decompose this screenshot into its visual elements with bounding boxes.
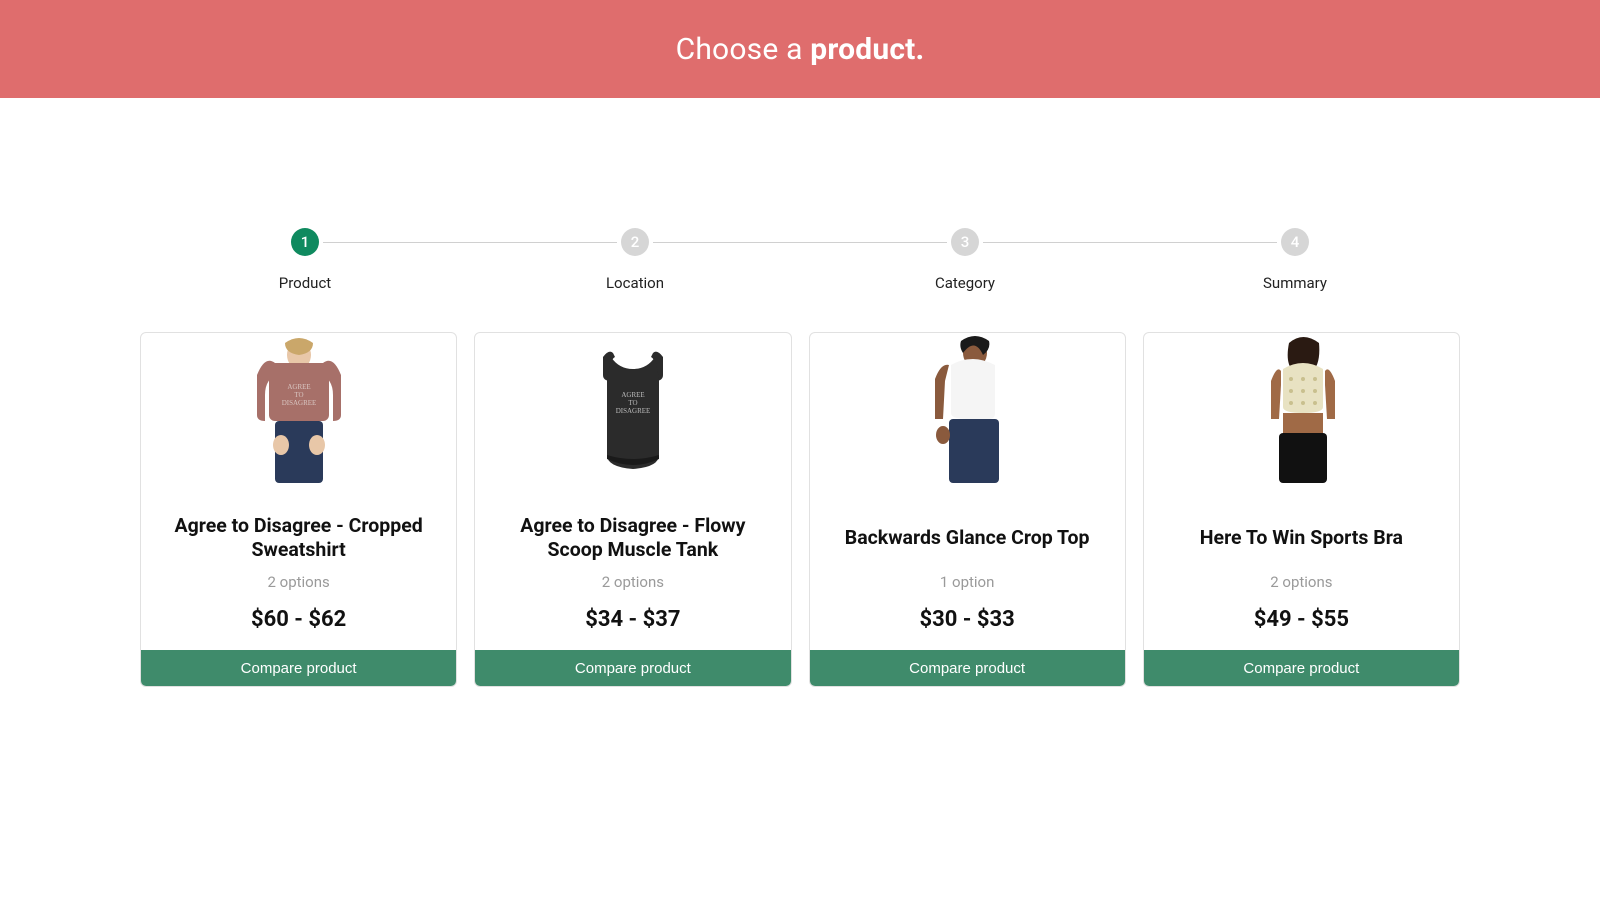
step-connector [653, 242, 947, 243]
step-label: Product [140, 274, 470, 292]
step-label: Category [800, 274, 1130, 292]
product-card[interactable]: Backwards Glance Crop Top 1 option $30 - $… [809, 332, 1126, 687]
product-options: 2 options [267, 573, 329, 591]
step-circle: 4 [1281, 228, 1309, 256]
page-header: Choose a product. [0, 0, 1600, 98]
product-title: Here To Win Sports Bra [1200, 513, 1403, 563]
product-title: Agree to Disagree - Flowy Scoop Muscle T… [493, 513, 772, 563]
product-card-body: Agree to Disagree - Cropped Sweatshirt 2 … [141, 333, 456, 650]
product-title: Agree to Disagree - Cropped Sweatshirt [159, 513, 438, 563]
stepper: 1 Product 2 Location 3 Category 4 Summary [140, 228, 1460, 292]
step-connector [323, 242, 617, 243]
product-price: $30 - $33 [919, 607, 1014, 632]
step-product[interactable]: 1 Product [140, 228, 470, 292]
step-circle: 1 [291, 228, 319, 256]
compare-product-button[interactable]: Compare product [475, 650, 790, 686]
product-image [893, 335, 1041, 483]
header-bold: product. [810, 32, 924, 67]
header-light: Choose a [676, 32, 803, 67]
step-category[interactable]: 3 Category [800, 228, 1130, 292]
product-card[interactable]: Here To Win Sports Bra 2 options $49 - $55… [1143, 332, 1460, 687]
product-image [1227, 335, 1375, 483]
main-container: 1 Product 2 Location 3 Category 4 Summary Agree… [140, 98, 1460, 687]
product-options: 1 option [940, 573, 995, 591]
product-options: 2 options [1270, 573, 1332, 591]
product-price: $49 - $55 [1254, 607, 1349, 632]
step-summary[interactable]: 4 Summary [1130, 228, 1460, 292]
step-circle: 3 [951, 228, 979, 256]
product-price: $34 - $37 [585, 607, 680, 632]
product-card-body: Here To Win Sports Bra 2 options $49 - $55 [1144, 333, 1459, 650]
product-card-body: Backwards Glance Crop Top 1 option $30 - $… [810, 333, 1125, 650]
product-title: Backwards Glance Crop Top [845, 513, 1090, 563]
compare-product-button[interactable]: Compare product [141, 650, 456, 686]
step-label: Location [470, 274, 800, 292]
product-card[interactable]: Agree to Disagree - Cropped Sweatshirt 2 … [140, 332, 457, 687]
product-price: $60 - $62 [251, 607, 346, 632]
product-options: 2 options [602, 573, 664, 591]
product-card-body: Agree to Disagree - Flowy Scoop Muscle T… [475, 333, 790, 650]
compare-product-button[interactable]: Compare product [1144, 650, 1459, 686]
compare-product-button[interactable]: Compare product [810, 650, 1125, 686]
step-circle: 2 [621, 228, 649, 256]
product-image [559, 335, 707, 483]
product-image [225, 335, 373, 483]
step-connector [983, 242, 1277, 243]
product-grid: Agree to Disagree - Cropped Sweatshirt 2 … [140, 332, 1460, 687]
step-label: Summary [1130, 274, 1460, 292]
step-location[interactable]: 2 Location [470, 228, 800, 292]
product-card[interactable]: Agree to Disagree - Flowy Scoop Muscle T… [474, 332, 791, 687]
